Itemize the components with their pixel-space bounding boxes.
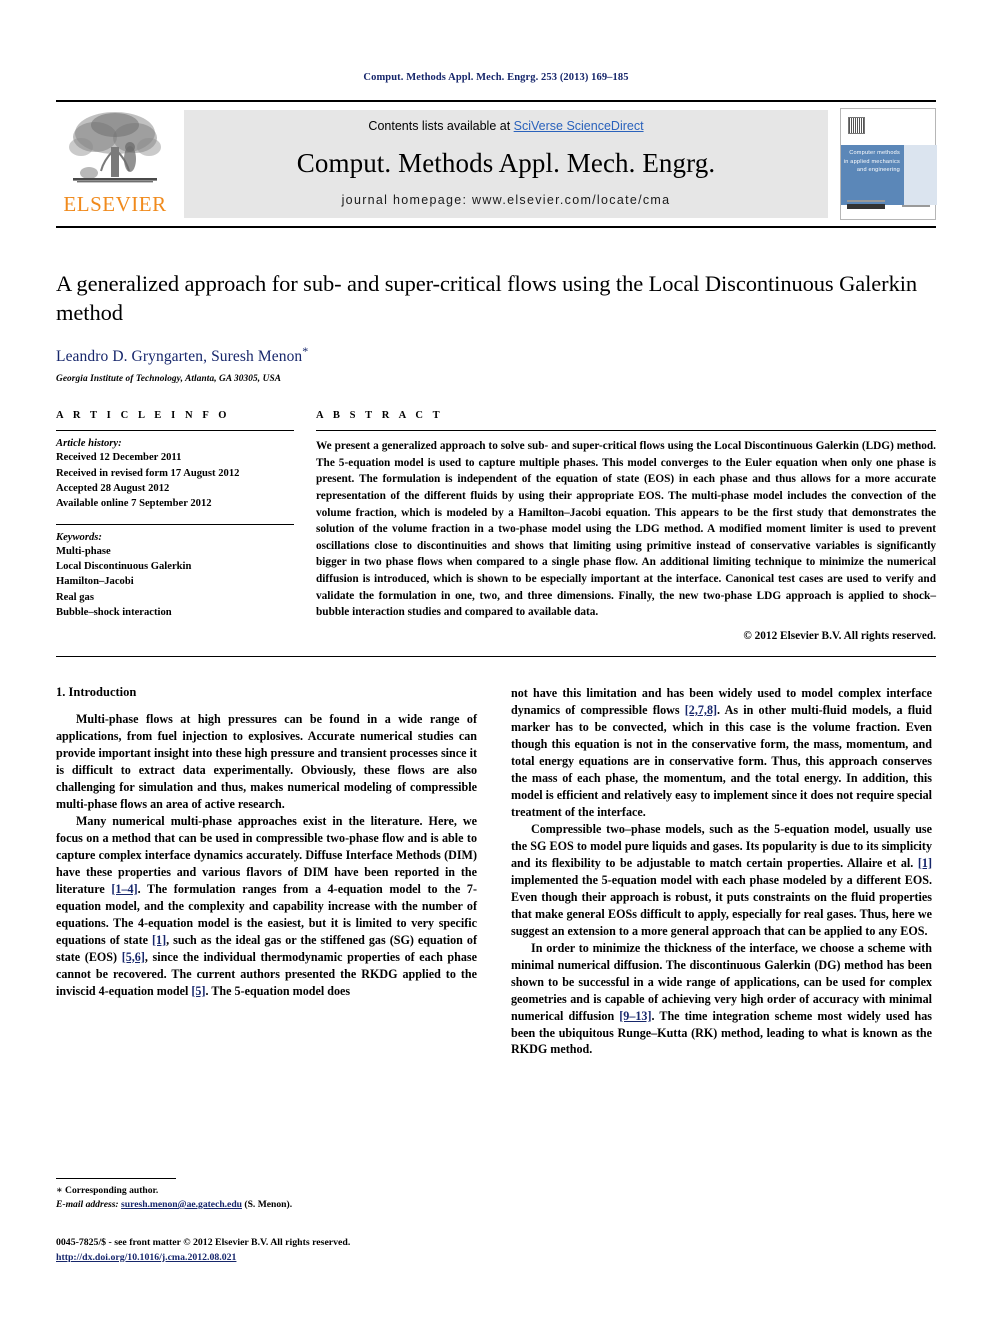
email-link[interactable]: suresh.menon@ae.gatech.edu — [121, 1199, 242, 1210]
journal-title: Comput. Methods Appl. Mech. Engrg. — [296, 147, 716, 178]
article-info-column: A R T I C L E I N F O Article history: R… — [56, 410, 294, 642]
divider — [316, 430, 936, 432]
citation-link[interactable]: [1–4] — [111, 882, 137, 896]
citation-link[interactable]: [1] — [918, 856, 932, 870]
sciencedirect-link[interactable]: SciVerse ScienceDirect — [514, 119, 644, 133]
divider — [56, 523, 294, 525]
keyword-item: Hamilton–Jacobi — [56, 576, 134, 588]
email-suffix: (S. Menon). — [242, 1198, 293, 1210]
article-history-item: Received in revised form 17 August 2012 — [56, 467, 240, 479]
corresponding-author-marker: * — [302, 344, 309, 359]
article-history-item: Accepted 28 August 2012 — [56, 483, 170, 494]
affiliation: Georgia Institute of Technology, Atlanta… — [56, 374, 282, 385]
abstract-text: We present a generalized approach to sol… — [316, 440, 936, 619]
cover-logo-icon — [848, 117, 865, 134]
citation-link[interactable]: [5,6] — [122, 950, 145, 964]
right-paragraphs: not have this limitation and has been wi… — [511, 685, 932, 1059]
citation-link[interactable]: [1] — [152, 933, 166, 947]
footnote-block: ∗ Corresponding author. E-mail address: … — [56, 1178, 477, 1212]
cover-band-right — [904, 145, 937, 205]
title-block: A generalized approach for sub- and supe… — [56, 270, 936, 384]
left-paragraphs: Multi-phase flows at high pressures can … — [56, 711, 477, 1000]
elsevier-wordmark: ELSEVIER — [63, 192, 167, 216]
doi-link[interactable]: http://dx.doi.org/10.1016/j.cma.2012.08.… — [56, 1252, 236, 1263]
article-history-label: Article history: — [56, 438, 122, 450]
email-label: E-mail address: — [56, 1198, 119, 1210]
keyword-item: Multi-phase — [56, 545, 111, 557]
corresponding-author-note: ∗ Corresponding author. — [56, 1185, 159, 1196]
keyword-item: Bubble–shock interaction — [56, 607, 172, 619]
article-history-item: Received 12 December 2011 — [56, 452, 182, 464]
article-info-heading: A R T I C L E I N F O — [56, 410, 231, 422]
paragraph: In order to minimize the thickness of th… — [511, 940, 932, 1057]
citation-link[interactable]: [5] — [191, 984, 205, 998]
author-names: Leandro D. Gryngarten, Suresh Menon — [56, 348, 303, 366]
cover-footer-right — [902, 205, 930, 207]
copyright-line: © 2012 Elsevier B.V. All rights reserved… — [743, 629, 936, 642]
email-note: E-mail address: suresh.menon@ae.gatech.e… — [56, 1198, 477, 1212]
article-history-item: Available online 7 September 2012 — [56, 498, 212, 510]
elsevier-logo: ELSEVIER — [56, 102, 174, 226]
body-column-left: 1. Introduction Multi-phase flows at hig… — [56, 685, 477, 1155]
paragraph: Compressible two–phase models, such as t… — [511, 821, 932, 938]
paragraph: Multi-phase flows at high pressures can … — [56, 711, 477, 811]
body-column-right: not have this limitation and has been wi… — [511, 685, 932, 1155]
page-footer: 0045-7825/$ - see front matter © 2012 El… — [56, 1236, 516, 1265]
abstract-column: A B S T R A C T We present a generalized… — [316, 410, 936, 642]
paragraph: not have this limitation and has been wi… — [511, 685, 932, 819]
citation-link[interactable]: [9–13] — [619, 1009, 651, 1023]
journal-cover-thumbnail: Computer methods in applied mechanics an… — [840, 108, 937, 220]
issn-copyright-line: 0045-7825/$ - see front matter © 2012 El… — [56, 1237, 351, 1248]
journal-homepage[interactable]: journal homepage: www.elsevier.com/locat… — [342, 193, 671, 207]
author-list: Leandro D. Gryngarten, Suresh Menon* — [56, 344, 936, 366]
contents-available-line: Contents lists available at SciVerse Sci… — [368, 119, 643, 133]
keyword-item: Local Discontinuous Galerkin — [56, 561, 192, 573]
footnote-divider — [56, 1178, 176, 1179]
elsevier-tree-icon — [67, 107, 163, 193]
contents-prefix: Contents lists available at — [368, 119, 514, 133]
divider — [56, 430, 294, 432]
paper-page: Comput. Methods Appl. Mech. Engrg. 253 (… — [0, 0, 992, 1323]
info-abstract-section: A R T I C L E I N F O Article history: R… — [56, 410, 936, 642]
journal-masthead: ELSEVIER Contents lists available at Sci… — [56, 100, 937, 228]
cover-footer-left — [847, 200, 885, 209]
cover-title: Computer methods in applied mechanics an… — [841, 145, 904, 205]
abstract-heading: A B S T R A C T — [316, 410, 444, 422]
body-columns: 1. Introduction Multi-phase flows at hig… — [56, 685, 936, 1155]
keyword-item: Real gas — [56, 591, 94, 603]
citation-link[interactable]: [2,7,8] — [685, 703, 717, 717]
keywords-label: Keywords: — [56, 531, 102, 543]
page-title: A generalized approach for sub- and supe… — [56, 271, 918, 325]
contents-box: Contents lists available at SciVerse Sci… — [184, 110, 828, 218]
paragraph: Many numerical multi-phase approaches ex… — [56, 813, 477, 998]
divider — [56, 655, 936, 657]
section-heading: 1. Introduction — [56, 684, 137, 699]
running-head: Comput. Methods Appl. Mech. Engrg. 253 (… — [363, 72, 629, 83]
